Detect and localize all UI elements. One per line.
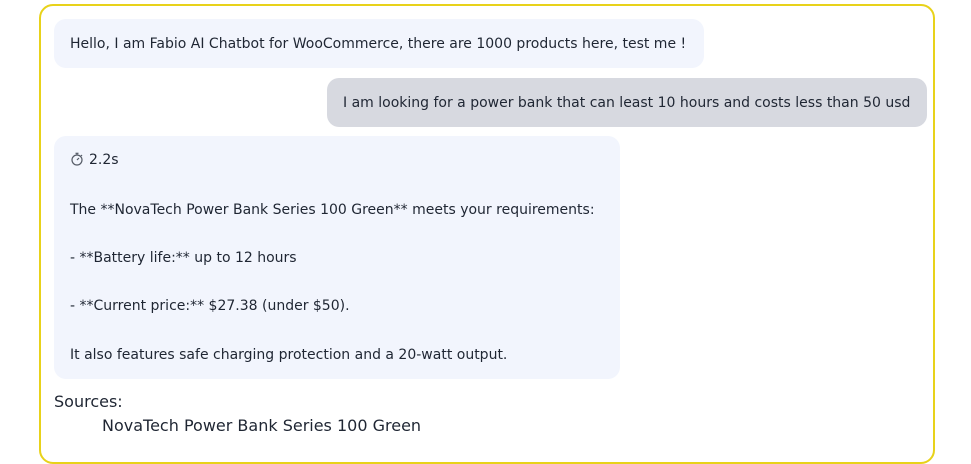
response-timer: 2.2s — [70, 150, 119, 170]
response-line: - **Current price:** $27.38 (under $50). — [70, 298, 350, 314]
user-message-text: I am looking for a power bank that can l… — [343, 95, 911, 111]
chat-window: Hello, I am Fabio AI Chatbot for WooComm… — [39, 4, 935, 464]
response-line: It also features safe charging protectio… — [70, 347, 508, 363]
stopwatch-icon — [70, 152, 84, 166]
response-line: The **NovaTech Power Bank Series 100 Gre… — [70, 202, 595, 218]
source-link[interactable]: NovaTech Power Bank Series 100 Green — [102, 416, 421, 435]
greeting-text: Hello, I am Fabio AI Chatbot for WooComm… — [70, 36, 687, 52]
elapsed-time: 2.2s — [89, 152, 119, 168]
bot-greeting-message: Hello, I am Fabio AI Chatbot for WooComm… — [54, 19, 704, 68]
response-line: - **Battery life:** up to 12 hours — [70, 250, 297, 266]
sources-label: Sources: — [54, 392, 123, 411]
user-message: I am looking for a power bank that can l… — [327, 78, 927, 127]
bot-response-message: 2.2s The **NovaTech Power Bank Series 10… — [54, 136, 620, 379]
